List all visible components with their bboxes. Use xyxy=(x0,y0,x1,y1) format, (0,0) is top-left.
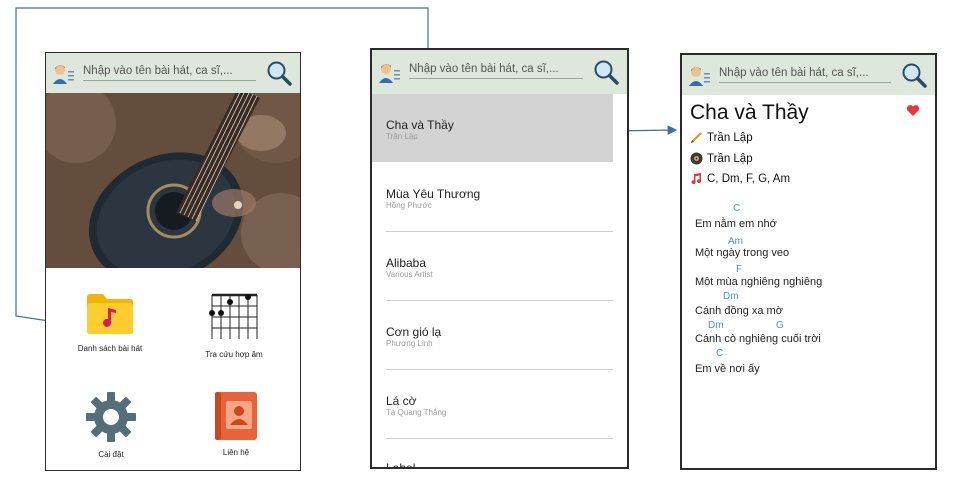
chord-lookup-tile[interactable]: Tra cứu hợp âm xyxy=(174,291,294,359)
divider xyxy=(386,369,613,370)
composer-row: Trần Lập xyxy=(690,131,753,144)
vinyl-disc-icon xyxy=(690,152,703,165)
chords-row: C, Dm, F, G, Am xyxy=(690,172,790,185)
lyric-line: Một ngày trong veo xyxy=(695,247,790,259)
composer-name: Trần Lập xyxy=(707,131,753,144)
song-artist: Phương Linh xyxy=(386,339,433,348)
user-avatar-icon[interactable] xyxy=(377,61,401,85)
song-title: Mùa Yêu Thương xyxy=(386,187,481,201)
singer-row: Trần Lập xyxy=(690,152,753,165)
list-item[interactable]: Alibaba Various Artist xyxy=(372,233,613,301)
lyric-line: Cánh đồng xa mờ xyxy=(695,305,783,317)
search-icon[interactable] xyxy=(901,62,927,88)
search-input[interactable]: Nhập vào tên bài hát, ca sĩ,... xyxy=(83,65,256,81)
search-bar: Nhập vào tên bài hát, ca sĩ,... xyxy=(46,53,300,93)
music-note-icon xyxy=(691,173,702,185)
list-item[interactable]: Label xyxy=(372,440,613,469)
search-bar: Nhập vào tên bài hát, ca sĩ,... xyxy=(372,50,627,94)
music-folder-icon xyxy=(87,294,133,334)
song-list-label: Danh sách bài hát xyxy=(77,344,143,353)
chord-label: Am xyxy=(728,236,743,247)
song-title: Alibaba xyxy=(386,256,427,270)
song-artist: Tạ Quang Thắng xyxy=(386,408,447,417)
gear-icon xyxy=(86,392,136,442)
settings-tile[interactable]: Cài đặt xyxy=(51,391,171,459)
list-item[interactable]: Lá cờ Tạ Quang Thắng xyxy=(372,371,613,439)
chord-label: C xyxy=(716,348,724,359)
song-title: Cơn gió lạ xyxy=(386,325,442,339)
chord-label: F xyxy=(736,264,743,275)
song-artist: Trần Lập xyxy=(386,132,418,141)
song-artist: Various Artist xyxy=(386,270,433,279)
song-detail-title: Cha và Thầy xyxy=(690,101,809,124)
pencil-icon xyxy=(691,132,702,143)
user-avatar-icon[interactable] xyxy=(51,62,75,86)
chord-list: C, Dm, F, G, Am xyxy=(707,172,791,185)
divider xyxy=(386,231,613,232)
singer-name: Trần Lập xyxy=(707,152,753,165)
settings-label: Cài đặt xyxy=(98,450,124,459)
chord-label: Dm xyxy=(723,291,739,302)
song-list-tile[interactable]: Danh sách bài hát xyxy=(50,293,170,353)
divider xyxy=(386,438,613,439)
divider xyxy=(386,300,613,301)
search-bar: Nhập vào tên bài hát, ca sĩ,... xyxy=(682,55,935,95)
contact-book-icon xyxy=(215,392,257,440)
home-screen: Nhập vào tên bài hát, ca sĩ,... Danh sác… xyxy=(45,52,301,471)
search-input[interactable]: Nhập vào tên bài hát, ca sĩ,... xyxy=(409,63,583,79)
lyric-line: Cánh cò nghiêng cuối trời xyxy=(695,333,821,345)
search-input[interactable]: Nhập vào tên bài hát, ca sĩ,... xyxy=(719,67,891,83)
chord-label: C xyxy=(733,203,741,214)
contact-tile[interactable]: Liên hệ xyxy=(176,391,296,457)
chord-lookup-label: Tra cứu hợp âm xyxy=(205,350,263,359)
chord-label: G xyxy=(776,320,784,331)
song-detail-screen: Nhập vào tên bài hát, ca sĩ,... Cha và T… xyxy=(680,53,937,470)
song-artist: Hồng Phước xyxy=(386,201,432,210)
lyric-line: Em về nơi ấy xyxy=(695,363,760,375)
lyric-line: Một mùa nghiêng nghiêng xyxy=(695,276,823,288)
guitar-banner-image xyxy=(46,93,300,268)
chord-label: Dm xyxy=(708,320,724,331)
lyric-line: Em nằm em nhớ xyxy=(695,218,777,230)
search-icon[interactable] xyxy=(593,59,619,85)
user-avatar-icon[interactable] xyxy=(687,64,711,88)
favorite-heart-icon[interactable] xyxy=(906,104,920,117)
list-item-selected[interactable]: Cha và Thầy Trần Lập xyxy=(372,94,613,162)
song-list-screen: Nhập vào tên bài hát, ca sĩ,... Cha và T… xyxy=(370,48,629,469)
song-title: Cha và Thầy xyxy=(386,118,454,132)
contact-label: Liên hệ xyxy=(222,448,250,457)
list-item[interactable]: Cơn gió lạ Phương Linh xyxy=(372,302,613,370)
song-title: Lá cờ xyxy=(386,394,417,408)
chord-diagram-icon xyxy=(209,293,258,339)
search-icon[interactable] xyxy=(266,60,292,86)
list-item[interactable]: Mùa Yêu Thương Hồng Phước xyxy=(372,164,613,232)
song-title: Label xyxy=(386,461,416,469)
